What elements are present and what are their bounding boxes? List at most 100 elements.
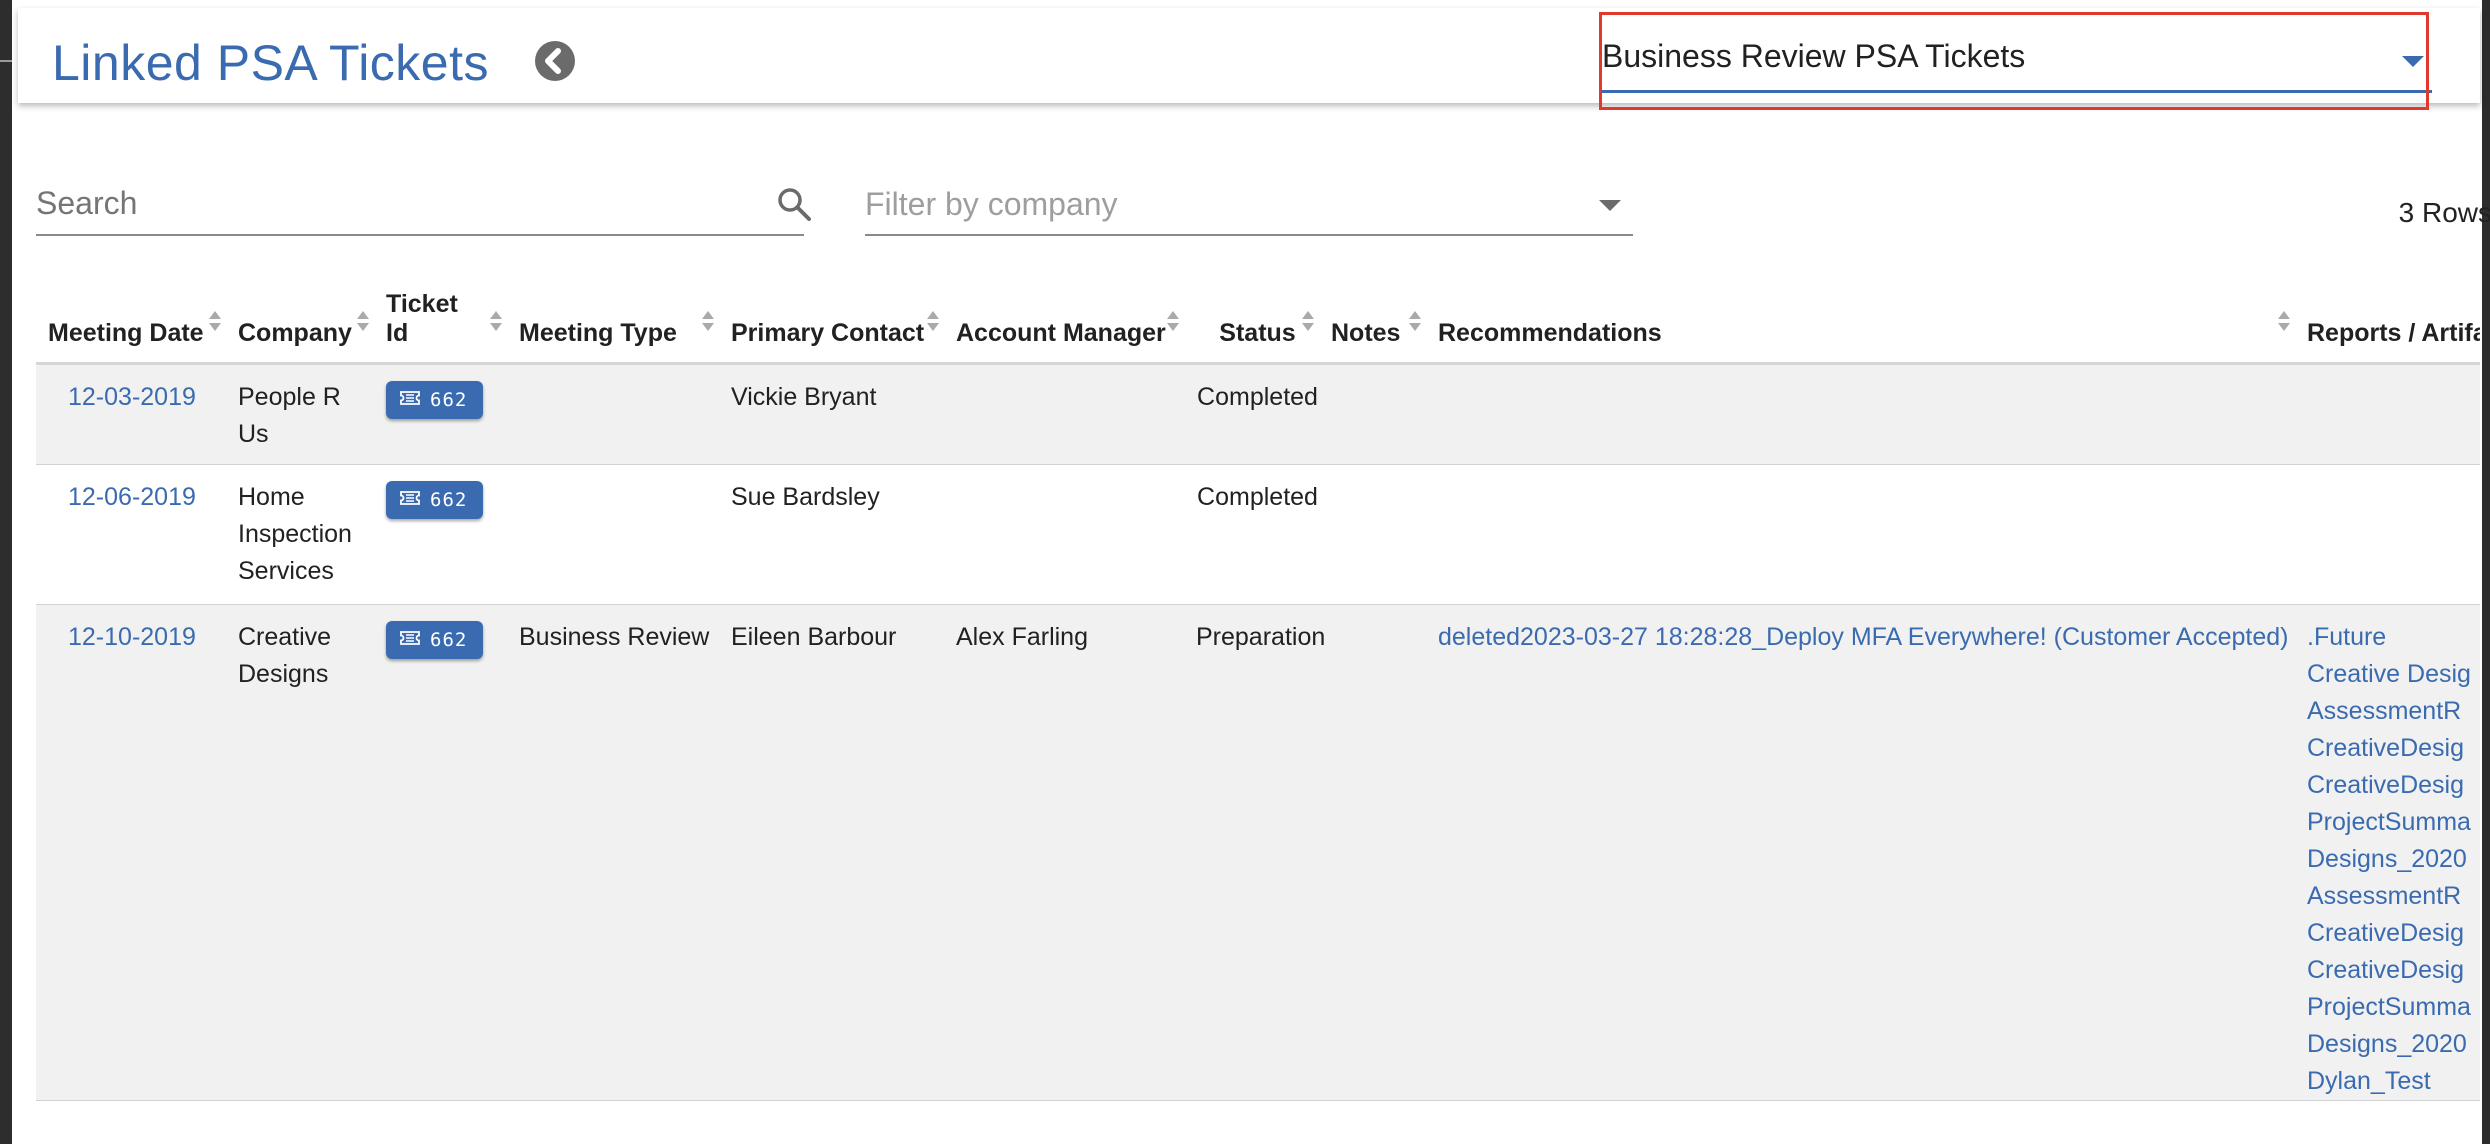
window-edge: [0, 0, 12, 1144]
col-header-status[interactable]: Status: [1184, 283, 1319, 363]
meeting-type-cell: [507, 464, 719, 604]
primary-contact-cell: Eileen Barbour: [719, 604, 944, 1100]
col-header-label: Meeting Type: [519, 319, 677, 347]
meeting-date-link[interactable]: 12-06-2019: [48, 479, 226, 516]
report-link[interactable]: Dylan_Test: [2307, 1063, 2480, 1100]
sort-icon: [2277, 309, 2291, 333]
ticket-badge[interactable]: 662: [386, 481, 483, 519]
table-row: 12-06-2019 Home Inspection Services 662 …: [36, 464, 2480, 604]
notes-cell: [1319, 604, 1426, 1100]
ticket-icon: [400, 390, 420, 406]
company-cell: Creative Designs: [226, 604, 374, 1100]
meeting-type-cell: Business Review: [507, 604, 719, 1100]
sort-icon: [701, 309, 715, 333]
tickets-table: Meeting Date Company Ticket Id Meeting T…: [36, 283, 2480, 1101]
table-header-row: Meeting Date Company Ticket Id Meeting T…: [36, 283, 2480, 363]
ticket-badge[interactable]: 662: [386, 381, 483, 419]
report-link[interactable]: CreativeDesig: [2307, 915, 2480, 952]
report-link[interactable]: CreativeDesig: [2307, 730, 2480, 767]
ticket-icon: [400, 490, 420, 506]
search-field[interactable]: [36, 178, 804, 236]
meeting-date-link[interactable]: 12-03-2019: [48, 379, 226, 416]
meeting-type-cell: [507, 363, 719, 464]
recommendation-link[interactable]: deleted2023-03-27 18:28:28_Deploy MFA Ev…: [1438, 623, 2289, 651]
recommendations-cell: [1426, 363, 2295, 464]
recommendations-cell: [1426, 464, 2295, 604]
reports-cell: .Future Creative Desig AssessmentR Creat…: [2295, 604, 2480, 1100]
col-header-primary-contact[interactable]: Primary Contact: [719, 283, 944, 363]
sort-icon: [1301, 309, 1315, 333]
col-header-label: Company: [238, 319, 352, 347]
col-header-meeting-type[interactable]: Meeting Type: [507, 283, 719, 363]
col-header-label: Reports / Artifacts: [2307, 319, 2480, 347]
report-link[interactable]: ProjectSumma: [2307, 989, 2480, 1026]
meeting-date-link[interactable]: 12-10-2019: [48, 619, 226, 656]
ticket-id: 662: [430, 629, 467, 651]
col-header-recommendations[interactable]: Recommendations: [1426, 283, 2295, 363]
main-panel: Filter by company 3 Rows Meeting Date Co…: [18, 103, 2480, 1144]
sort-icon: [1408, 309, 1422, 333]
status-cell: Completed: [1184, 464, 1319, 604]
primary-contact-cell: Vickie Bryant: [719, 363, 944, 464]
col-header-ticket-id[interactable]: Ticket Id: [374, 283, 507, 363]
account-manager-cell: [944, 464, 1184, 604]
col-header-notes[interactable]: Notes: [1319, 283, 1426, 363]
window-right-edge: [2482, 0, 2490, 1144]
primary-contact-cell: Sue Bardsley: [719, 464, 944, 604]
col-header-label: Ticket Id: [386, 290, 458, 347]
view-select-value: Business Review PSA Tickets: [1602, 38, 2025, 75]
report-link[interactable]: Creative Desig: [2307, 656, 2480, 693]
report-link[interactable]: .Future: [2307, 619, 2480, 656]
status-cell: Completed: [1184, 363, 1319, 464]
notes-cell: [1319, 464, 1426, 604]
window-edge-line: [0, 60, 12, 62]
reports-cell: [2295, 363, 2480, 464]
notes-cell: [1319, 363, 1426, 464]
report-link[interactable]: ProjectSumma: [2307, 804, 2480, 841]
col-header-label: Notes: [1331, 319, 1400, 347]
report-link[interactable]: CreativeDesig: [2307, 767, 2480, 804]
search-input[interactable]: [36, 178, 736, 228]
report-link[interactable]: CreativeDesig: [2307, 952, 2480, 989]
report-link[interactable]: AssessmentR: [2307, 693, 2480, 730]
sort-icon: [926, 309, 940, 333]
report-link[interactable]: Designs_2020: [2307, 841, 2480, 878]
col-header-label: Meeting Date: [48, 319, 204, 347]
col-header-label: Recommendations: [1438, 319, 1662, 347]
company-filter-placeholder: Filter by company: [865, 186, 1118, 223]
page-title: Linked PSA Tickets: [52, 34, 489, 92]
company-cell: Home Inspection Services: [226, 464, 374, 604]
col-header-label: Account Manager: [956, 319, 1166, 347]
col-header-label: Status: [1219, 319, 1295, 347]
status-cell: Preparation: [1184, 604, 1319, 1100]
row-count: 3 Rows: [2399, 197, 2490, 229]
sort-icon: [208, 309, 222, 333]
sort-icon: [1166, 309, 1180, 333]
dropdown-arrow-icon: [2402, 56, 2424, 67]
col-header-meeting-date[interactable]: Meeting Date: [36, 283, 226, 363]
table-row: 12-03-2019 People R Us 662 Vickie Bryant…: [36, 363, 2480, 464]
table-row: 12-10-2019 Creative Designs 662 Business…: [36, 604, 2480, 1100]
view-select[interactable]: Business Review PSA Tickets: [1600, 28, 2432, 93]
col-header-reports[interactable]: Reports / Artifacts: [2295, 283, 2480, 363]
report-link[interactable]: Designs_2020: [2307, 1026, 2480, 1063]
back-button[interactable]: [535, 41, 575, 81]
account-manager-cell: Alex Farling: [944, 604, 1184, 1100]
ticket-id: 662: [430, 489, 467, 511]
company-cell: People R Us: [226, 363, 374, 464]
col-header-account-manager[interactable]: Account Manager: [944, 283, 1184, 363]
company-filter-select[interactable]: Filter by company: [865, 178, 1633, 236]
report-link[interactable]: AssessmentR: [2307, 878, 2480, 915]
dropdown-arrow-icon: [1599, 200, 1621, 211]
search-icon[interactable]: [776, 186, 812, 227]
ticket-badge[interactable]: 662: [386, 621, 483, 659]
chevron-left-circle-icon: [535, 41, 575, 81]
reports-cell: [2295, 464, 2480, 604]
account-manager-cell: [944, 363, 1184, 464]
col-header-company[interactable]: Company: [226, 283, 374, 363]
ticket-icon: [400, 630, 420, 646]
sort-icon: [489, 309, 503, 333]
header-bar: Linked PSA Tickets Business Review PSA T…: [18, 8, 2480, 103]
ticket-id: 662: [430, 389, 467, 411]
col-header-label: Primary Contact: [731, 319, 924, 347]
